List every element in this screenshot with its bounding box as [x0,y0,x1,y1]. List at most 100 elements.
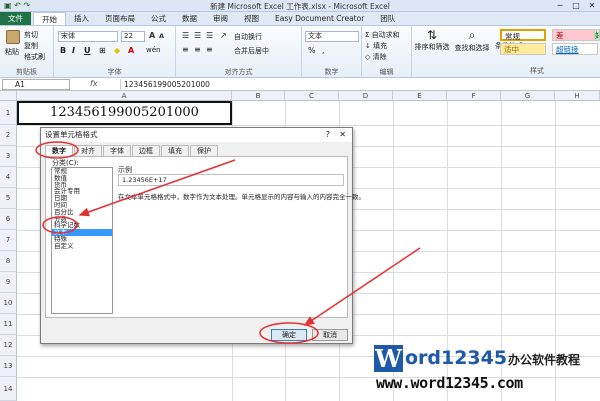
tab-team[interactable]: 团队 [372,12,403,25]
fill-button[interactable]: ↓ 填充 [365,41,387,51]
ok-button[interactable]: 确定 [271,329,307,341]
tab-review[interactable]: 审阅 [205,12,236,25]
tab-data[interactable]: 数据 [174,12,205,25]
grow-font-button[interactable]: A [149,31,155,40]
category-description: 在文本单元格格式中，数字作为文本处理。单元格显示的内容与输入的内容完全一致。 [118,193,365,201]
column-header[interactable]: E [393,91,447,101]
column-header[interactable]: G [501,91,555,101]
row-header[interactable]: 3 [0,146,17,167]
column-header[interactable]: A [17,91,232,101]
select-all-corner[interactable] [0,91,17,101]
row-header[interactable]: 5 [0,188,17,209]
style-normal[interactable]: 常规 [500,29,546,41]
merge-center-button[interactable]: 合并后居中 [234,46,269,56]
clear-label: 清除 [372,53,387,61]
maximize-button[interactable]: □ [568,0,584,12]
wrap-text-button[interactable]: 自动换行 [234,32,262,42]
row-header[interactable]: 9 [0,272,17,293]
find-select-button[interactable]: ⌕ 查找和选择 [453,28,491,53]
percent-button[interactable]: % [308,46,316,55]
row-header[interactable]: 4 [0,167,17,188]
formula-input[interactable]: 123456199005201000 [120,79,598,90]
row-header[interactable]: 8 [0,251,17,272]
autosum-button[interactable]: Σ 自动求和 [365,30,400,40]
paste-icon [6,30,20,44]
comma-button[interactable]: , [322,46,325,55]
bottom-align-icon[interactable]: ☰ [206,31,213,40]
copy-button[interactable]: 复制 [24,41,38,51]
row-header[interactable]: 11 [0,314,17,335]
row-header[interactable]: 13 [0,356,17,377]
format-painter-button[interactable]: 格式刷 [24,52,45,62]
cell-a1[interactable]: 123456199005201000 [17,101,232,125]
tab-easy-document-creator[interactable]: Easy Document Creator [267,12,372,25]
tab-formulas[interactable]: 公式 [143,12,174,25]
middle-align-icon[interactable]: ☰ [194,31,201,40]
watermark-logo-text: ord12345 [404,347,508,369]
category-list[interactable]: 常规 数值 货币 会计专用 日期 时间 百分比 分数 科学记数 文本 特殊 自定… [51,167,113,314]
font-name-select[interactable]: 宋体 [58,31,118,42]
italic-button[interactable]: I [72,46,75,55]
column-header[interactable]: D [339,91,393,101]
format-cells-dialog: 设置单元格格式 ? ✕ 数字 对齐 字体 边框 填充 保护 分类(C): 常规 … [40,127,365,344]
ribbon: 粘贴 剪切 复制 格式刷 剪贴板 宋体 22 A A B I U ⊞ ◆ A w… [0,26,600,78]
tab-page-layout[interactable]: 页面布局 [97,12,143,25]
top-align-icon[interactable]: ☰ [182,31,189,40]
column-headers: A B C D E F G H [0,91,600,101]
autosum-label: 自动求和 [371,31,400,39]
help-button[interactable]: ? [326,128,330,142]
font-size-select[interactable]: 22 [121,31,145,42]
style-good[interactable]: 好 [594,29,600,41]
category-item[interactable]: 自定义 [52,242,112,250]
align-center-icon[interactable]: ≡ [194,45,201,54]
number-format-select[interactable]: 文本 [305,31,359,42]
minimize-button[interactable]: ─ [552,0,568,12]
bold-button[interactable]: B [60,46,66,55]
sort-filter-button[interactable]: ⇅ 排序和筛选 [413,28,451,52]
row-header[interactable]: 14 [0,377,17,401]
column-header[interactable]: B [232,91,285,101]
name-box[interactable]: A1 [2,79,70,90]
paste-button[interactable]: 粘贴 [5,47,19,57]
watermark-logo: W ord12345 [374,345,507,372]
gridline [17,125,600,126]
row-header[interactable]: 10 [0,293,17,314]
column-header[interactable]: C [285,91,339,101]
column-header[interactable]: F [447,91,501,101]
border-icon[interactable]: ⊞ [99,46,106,55]
font-color-icon[interactable]: A [128,46,134,55]
tab-view[interactable]: 视图 [236,12,267,25]
shrink-font-button[interactable]: A [159,32,164,40]
column-header[interactable]: H [555,91,600,101]
style-bad[interactable]: 差 [552,29,598,41]
tab-home[interactable]: 开始 [33,12,66,25]
dialog-close-button[interactable]: ✕ [339,128,346,142]
tab-insert[interactable]: 插入 [66,12,97,25]
row-header[interactable]: 1 [0,101,17,125]
row-header[interactable]: 12 [0,335,17,356]
align-right-icon[interactable]: ≡ [206,45,213,54]
sort-filter-label: 排序和筛选 [414,43,450,51]
insert-function-button[interactable]: fx [90,79,98,88]
align-left-icon[interactable]: ≡ [182,45,189,54]
phonetic-button[interactable]: wén [146,46,160,54]
tab-file[interactable]: 文件 [0,12,31,25]
fill-label: 填充 [373,42,388,50]
watermark-logo-w: W [374,344,403,373]
row-header[interactable]: 6 [0,209,17,230]
orientation-icon[interactable]: ↗ [220,31,227,40]
cut-button[interactable]: 剪切 [24,30,38,40]
clipboard-group: 粘贴 剪切 复制 格式刷 剪贴板 [0,26,54,78]
close-button[interactable]: ✕ [584,0,600,12]
clear-button[interactable]: ◇ 清除 [365,52,387,62]
row-header[interactable]: 7 [0,230,17,251]
alignment-group-label: 对齐方式 [224,68,253,76]
find-icon: ⌕ [468,28,476,42]
ribbon-tabs: 文件 开始 插入 页面布局 公式 数据 审阅 视图 Easy Document … [0,12,600,26]
style-neutral[interactable]: 适中 [500,43,546,55]
style-hyperlink[interactable]: 超链接 [552,43,598,55]
underline-button[interactable]: U [84,46,91,55]
row-header[interactable]: 2 [0,125,17,146]
cancel-button[interactable]: 取消 [312,329,348,341]
fill-color-icon[interactable]: ◆ [114,46,120,55]
